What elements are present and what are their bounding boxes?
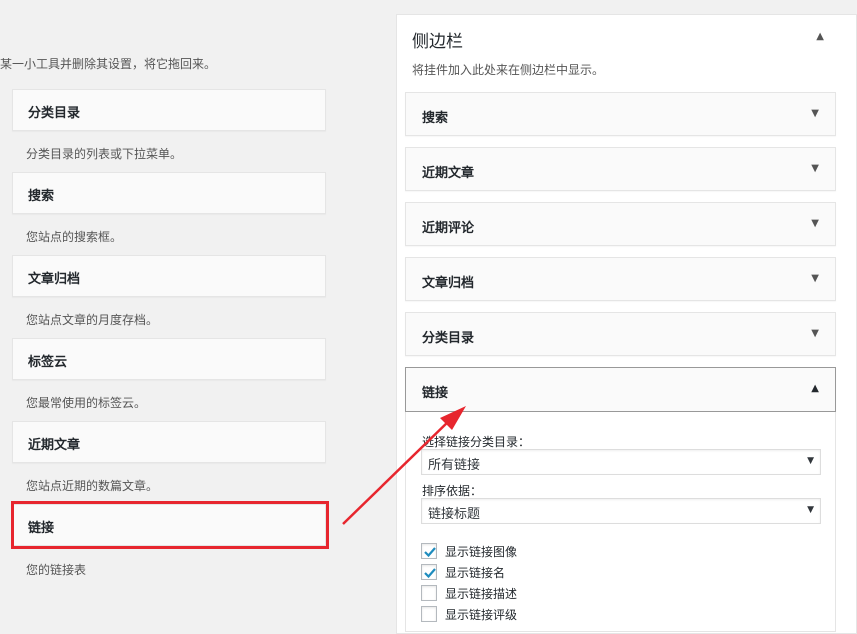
collapse-arrow-icon[interactable]: ▲ xyxy=(816,31,824,42)
widget-title: 链接 xyxy=(422,386,449,401)
widget-description: 您站点近期的数篇文章。 xyxy=(26,479,159,493)
check-icon xyxy=(424,568,436,579)
widget-title: 分类目录 xyxy=(422,331,475,346)
widget-description: 您最常使用的标签云。 xyxy=(26,396,147,410)
sidebar-widget-area: 侧边栏 ▲ 将挂件加入此处来在侧边栏中显示。 搜索 ▼ 近期文章 ▼ 近期评论 … xyxy=(396,14,857,634)
links-widget-form: 选择链接分类目录： 所有链接 ▼ 排序依据： 链接标题 ▼ 显示链接图像 显示链… xyxy=(405,412,836,632)
widget-description: 您的链接表 xyxy=(26,563,87,577)
checkbox-box[interactable] xyxy=(421,606,437,622)
sidebar-description: 将挂件加入此处来在侧边栏中显示。 xyxy=(412,63,605,77)
available-widgets-intro: 某一小工具并删除其设置，将它拖回来。 xyxy=(0,57,217,71)
checkbox-label: 显示链接图像 xyxy=(445,545,518,559)
sidebar-title[interactable]: 侧边栏 xyxy=(412,27,463,52)
checkbox-label: 显示链接评级 xyxy=(445,608,518,622)
widget-description: 您站点的搜索框。 xyxy=(26,230,123,244)
sidebar-widget-links[interactable]: 链接 ▲ xyxy=(405,367,836,412)
sidebar-widget-recent-comments[interactable]: 近期评论 ▼ xyxy=(405,202,836,246)
collapse-arrow-icon[interactable]: ▲ xyxy=(811,383,819,394)
widget-title: 近期文章 xyxy=(28,438,81,453)
sidebar-widget-recent-posts[interactable]: 近期文章 ▼ xyxy=(405,147,836,191)
sort-select-value: 链接标题 xyxy=(428,507,481,522)
sort-select[interactable]: 链接标题 ▼ xyxy=(421,498,821,524)
widget-title: 标签云 xyxy=(28,355,68,370)
category-select[interactable]: 所有链接 ▼ xyxy=(421,449,821,475)
widget-title: 分类目录 xyxy=(28,106,81,121)
dropdown-arrow-icon: ▼ xyxy=(807,456,814,466)
checkbox-box[interactable] xyxy=(421,585,437,601)
highlight-box xyxy=(11,501,329,549)
available-widget-archives[interactable]: 文章归档 xyxy=(12,255,326,297)
expand-arrow-icon[interactable]: ▼ xyxy=(811,163,819,174)
check-icon xyxy=(424,547,436,558)
dropdown-arrow-icon: ▼ xyxy=(807,505,814,515)
checkbox-box[interactable] xyxy=(421,564,437,580)
available-widget-search[interactable]: 搜索 xyxy=(12,172,326,214)
checkbox-label: 显示链接名 xyxy=(445,566,506,580)
widget-description: 您站点文章的月度存档。 xyxy=(26,313,159,327)
checkbox-label: 显示链接描述 xyxy=(445,587,518,601)
widget-description: 分类目录的列表或下拉菜单。 xyxy=(26,147,183,161)
category-select-value: 所有链接 xyxy=(428,458,481,473)
widget-title: 文章归档 xyxy=(422,276,475,291)
sort-label: 排序依据： xyxy=(422,484,483,498)
sidebar-widget-categories[interactable]: 分类目录 ▼ xyxy=(405,312,836,356)
widget-title: 近期文章 xyxy=(422,166,475,181)
widget-title: 搜索 xyxy=(422,111,449,126)
widget-title: 近期评论 xyxy=(422,221,475,236)
sidebar-widget-archives[interactable]: 文章归档 ▼ xyxy=(405,257,836,301)
available-widget-recent-posts[interactable]: 近期文章 xyxy=(12,421,326,463)
widget-title: 文章归档 xyxy=(28,272,81,287)
sidebar-widget-search[interactable]: 搜索 ▼ xyxy=(405,92,836,136)
category-label: 选择链接分类目录： xyxy=(422,435,531,449)
expand-arrow-icon[interactable]: ▼ xyxy=(811,108,819,119)
available-widget-categories[interactable]: 分类目录 xyxy=(12,89,326,131)
widget-title: 搜索 xyxy=(28,189,55,204)
expand-arrow-icon[interactable]: ▼ xyxy=(811,273,819,284)
expand-arrow-icon[interactable]: ▼ xyxy=(811,218,819,229)
expand-arrow-icon[interactable]: ▼ xyxy=(811,328,819,339)
checkbox-box[interactable] xyxy=(421,543,437,559)
available-widget-tag-cloud[interactable]: 标签云 xyxy=(12,338,326,380)
